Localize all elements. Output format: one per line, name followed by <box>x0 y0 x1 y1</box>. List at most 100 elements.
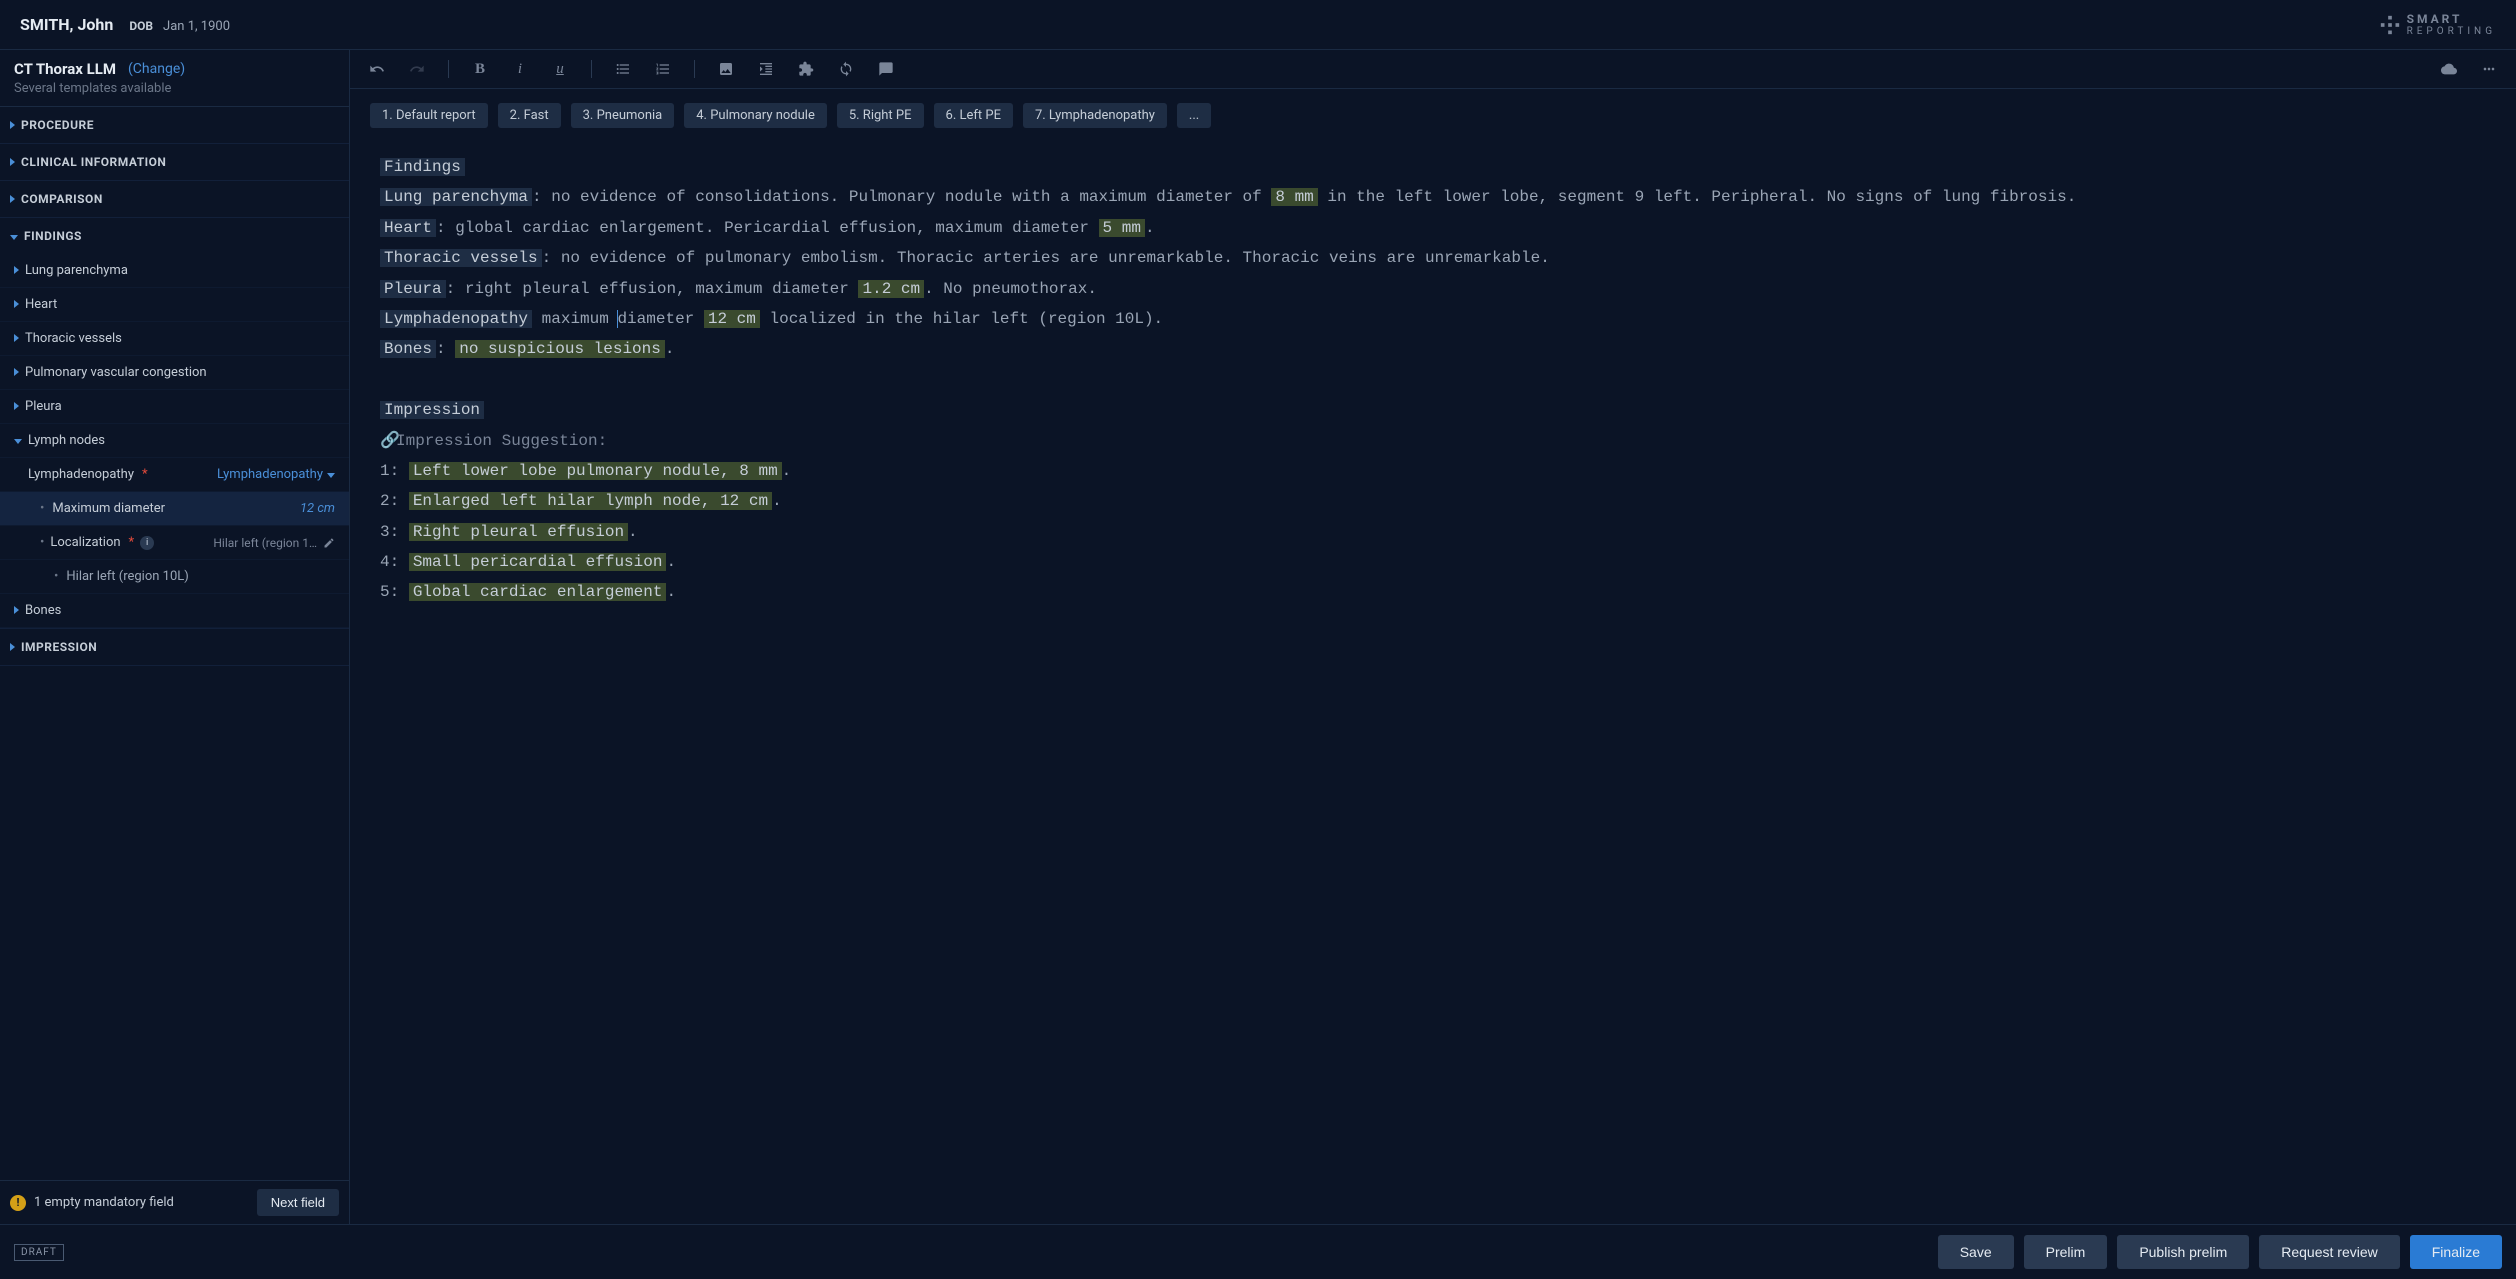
chip-left-pe[interactable]: 6. Left PE <box>934 103 1013 128</box>
chevron-right-icon <box>14 603 19 618</box>
section-findings[interactable]: FINDINGS <box>0 218 349 254</box>
next-field-button[interactable]: Next field <box>257 1189 339 1216</box>
underline-button[interactable]: u <box>551 60 569 78</box>
footer: DRAFT Save Prelim Publish prelim Request… <box>0 1224 2516 1279</box>
prelim-button[interactable]: Prelim <box>2024 1235 2108 1269</box>
extension-button[interactable] <box>797 60 815 78</box>
finding-pulmonary-vascular-congestion[interactable]: Pulmonary vascular congestion <box>0 356 349 390</box>
chip-default-report[interactable]: 1. Default report <box>370 103 488 128</box>
validation-warning: ! 1 empty mandatory field <box>10 1195 174 1211</box>
chevron-down-icon <box>14 433 22 448</box>
chip-lymphadenopathy[interactable]: 7. Lymphadenopathy <box>1023 103 1167 128</box>
lung-parenchyma-label: Lung parenchyma <box>380 188 532 206</box>
dob-label: DOB <box>129 19 153 33</box>
findings-heading: Findings <box>380 158 465 176</box>
cloud-button[interactable] <box>2440 60 2458 78</box>
finding-heart[interactable]: Heart <box>0 288 349 322</box>
indent-button[interactable] <box>757 60 775 78</box>
editor-area: B i u 1. Default report 2. Fast 3. <box>350 50 2516 1224</box>
chevron-right-icon <box>10 640 15 654</box>
template-title: CT Thorax LLM <box>14 60 116 78</box>
chevron-right-icon <box>10 118 15 132</box>
section-procedure[interactable]: PROCEDURE <box>0 107 349 143</box>
request-review-button[interactable]: Request review <box>2259 1235 2400 1269</box>
heart-value: 5 mm <box>1099 219 1145 237</box>
numbered-list-button[interactable] <box>654 60 672 78</box>
lymph-value: 12 cm <box>704 310 760 328</box>
patient-name: SMITH, John <box>20 15 113 34</box>
patient-info: SMITH, John DOB Jan 1, 1900 <box>20 15 230 34</box>
info-icon[interactable]: i <box>140 536 154 550</box>
template-subtitle: Several templates available <box>14 81 335 96</box>
undo-button[interactable] <box>368 60 386 78</box>
warning-icon: ! <box>10 1195 26 1211</box>
refresh-button[interactable] <box>837 60 855 78</box>
logo-text-2: REPORTING <box>2407 26 2496 37</box>
sidebar-footer: ! 1 empty mandatory field Next field <box>0 1180 349 1224</box>
chevron-right-icon <box>14 297 19 312</box>
chevron-down-icon <box>327 467 335 482</box>
bones-label: Bones <box>380 340 436 358</box>
header: SMITH, John DOB Jan 1, 1900 SMART REPORT… <box>0 0 2516 50</box>
finalize-button[interactable]: Finalize <box>2410 1235 2502 1269</box>
section-impression[interactable]: IMPRESSION <box>0 629 349 665</box>
chip-pulmonary-nodule[interactable]: 4. Pulmonary nodule <box>684 103 827 128</box>
chevron-right-icon <box>14 263 19 278</box>
section-comparison[interactable]: COMPARISON <box>0 181 349 217</box>
edit-icon[interactable] <box>323 537 335 549</box>
sidebar: CT Thorax LLM (Change) Several templates… <box>0 50 350 1224</box>
link-icon: 🔗 <box>380 426 396 456</box>
publish-prelim-button[interactable]: Publish prelim <box>2117 1235 2249 1269</box>
impression-heading: Impression <box>380 401 484 419</box>
chip-fast[interactable]: 2. Fast <box>498 103 561 128</box>
dob-value: Jan 1, 1900 <box>163 19 230 34</box>
bullet-list-button[interactable] <box>614 60 632 78</box>
chevron-right-icon <box>10 192 15 206</box>
toolbar: B i u <box>350 50 2516 89</box>
finding-pleura[interactable]: Pleura <box>0 390 349 424</box>
pleura-value: 1.2 cm <box>858 280 924 298</box>
bones-value: no suspicious lesions <box>455 340 665 358</box>
comment-button[interactable] <box>877 60 895 78</box>
report-tree: PROCEDURE CLINICAL INFORMATION COMPARISO… <box>0 107 349 1180</box>
logo: SMART REPORTING <box>2379 12 2496 37</box>
chip-more[interactable]: ... <box>1177 103 1211 128</box>
template-chips: 1. Default report 2. Fast 3. Pneumonia 4… <box>350 89 2516 142</box>
lymphadenopathy-label: Lymphadenopathy <box>380 310 532 328</box>
redo-button[interactable] <box>408 60 426 78</box>
finding-lymph-nodes[interactable]: Lymph nodes <box>0 424 349 458</box>
pleura-label: Pleura <box>380 280 446 298</box>
max-diameter-field[interactable]: •Maximum diameter 12 cm <box>0 492 349 526</box>
logo-text-1: SMART <box>2407 12 2496 26</box>
template-header: CT Thorax LLM (Change) Several templates… <box>0 50 349 107</box>
localization-value-item[interactable]: •Hilar left (region 10L) <box>0 560 349 594</box>
report-body[interactable]: Findings Lung parenchyma: no evidence of… <box>350 142 2516 1224</box>
chevron-right-icon <box>14 399 19 414</box>
more-button[interactable] <box>2480 60 2498 78</box>
chevron-right-icon <box>14 331 19 346</box>
required-asterisk: * <box>142 467 148 482</box>
italic-button[interactable]: i <box>511 60 529 78</box>
lung-value: 8 mm <box>1271 188 1317 206</box>
footer-actions: Save Prelim Publish prelim Request revie… <box>1938 1235 2502 1269</box>
draft-badge: DRAFT <box>14 1244 64 1261</box>
chevron-down-icon <box>10 229 18 243</box>
change-template-link[interactable]: (Change) <box>128 61 185 77</box>
image-button[interactable] <box>717 60 735 78</box>
lymphadenopathy-field[interactable]: Lymphadenopathy* Lymphadenopathy <box>0 458 349 492</box>
section-clinical-information[interactable]: CLINICAL INFORMATION <box>0 144 349 180</box>
chevron-right-icon <box>10 155 15 169</box>
finding-bones[interactable]: Bones <box>0 594 349 628</box>
required-asterisk: * <box>129 535 135 550</box>
finding-thoracic-vessels[interactable]: Thoracic vessels <box>0 322 349 356</box>
heart-label: Heart <box>380 219 436 237</box>
bold-button[interactable]: B <box>471 60 489 78</box>
finding-lung-parenchyma[interactable]: Lung parenchyma <box>0 254 349 288</box>
save-button[interactable]: Save <box>1938 1235 2014 1269</box>
thoracic-vessels-label: Thoracic vessels <box>380 249 542 267</box>
localization-field[interactable]: • Localization * i Hilar left (region 1… <box>0 526 349 560</box>
chevron-right-icon <box>14 365 19 380</box>
chip-pneumonia[interactable]: 3. Pneumonia <box>571 103 675 128</box>
logo-icon <box>2379 14 2401 36</box>
chip-right-pe[interactable]: 5. Right PE <box>837 103 924 128</box>
